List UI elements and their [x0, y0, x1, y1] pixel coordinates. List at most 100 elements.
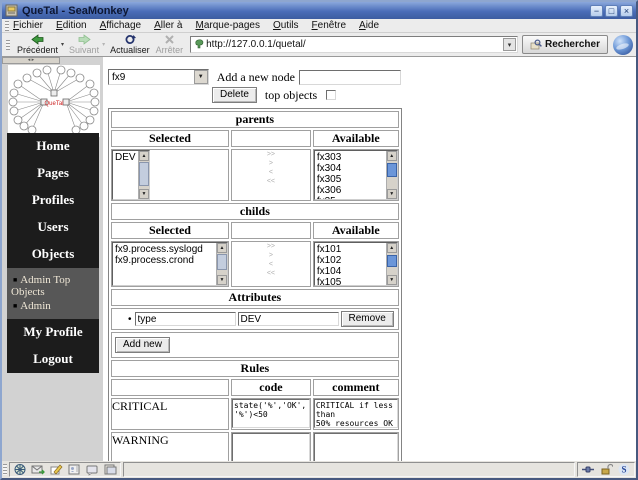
menu-edition[interactable]: Edition: [56, 20, 87, 31]
list-item[interactable]: fx305: [317, 174, 384, 185]
scroll-up-icon[interactable]: ▲: [386, 151, 397, 161]
scrollbar-thumb[interactable]: [139, 162, 149, 186]
navigator-icon[interactable]: [13, 463, 27, 476]
sidebar-item-users[interactable]: Users: [7, 214, 99, 241]
address-book-icon[interactable]: [67, 463, 81, 476]
move-left-button[interactable]: >: [269, 159, 273, 168]
forward-dropdown-icon[interactable]: ▾: [102, 41, 105, 48]
scrollbar-thumb[interactable]: [386, 163, 397, 177]
menu-marque-pages[interactable]: Marque-pages: [195, 20, 260, 31]
move-all-left-button[interactable]: >>: [267, 242, 275, 251]
sidebar-item-admin[interactable]: ■ Admin: [11, 299, 96, 313]
chevron-down-icon[interactable]: ▼: [193, 70, 208, 84]
scroll-down-icon[interactable]: ▼: [386, 189, 397, 199]
parents-available-listbox[interactable]: fx303 fx304 fx305 fx306 fx35 ▲ ▼: [313, 150, 398, 200]
sidebar-item-objects[interactable]: Objects: [7, 241, 99, 268]
menu-fichier[interactable]: Fichier: [13, 20, 43, 31]
scrollbar[interactable]: ▲ ▼: [385, 151, 397, 199]
sidebar-item-pages[interactable]: Pages: [7, 160, 99, 187]
forward-button[interactable]: Suivant: [66, 33, 102, 56]
top-objects-checkbox[interactable]: [326, 90, 337, 100]
rule-code-warning[interactable]: [232, 433, 310, 461]
statusbar-grippy[interactable]: [3, 464, 7, 475]
back-dropdown-icon[interactable]: ▾: [61, 41, 64, 48]
menubar-grippy[interactable]: [5, 20, 9, 31]
sidebar-splitter[interactable]: ◂ ▸: [2, 57, 60, 64]
menu-outils[interactable]: Outils: [273, 20, 299, 31]
url-input[interactable]: [204, 39, 503, 50]
composer-icon[interactable]: [49, 463, 63, 476]
seamonkey-s-icon[interactable]: S: [617, 463, 631, 476]
move-all-left-button[interactable]: >>: [267, 150, 275, 159]
scrollbar[interactable]: ▲ ▼: [216, 243, 227, 285]
sidebar-item-logout[interactable]: Logout: [7, 346, 99, 373]
scroll-down-icon[interactable]: ▼: [139, 189, 149, 199]
move-right-button[interactable]: <: [269, 168, 273, 177]
move-all-right-button[interactable]: <<: [267, 269, 275, 278]
scrollbar-thumb[interactable]: [386, 255, 397, 267]
menu-aide[interactable]: Aide: [359, 20, 379, 31]
scrollbar[interactable]: ▲ ▼: [138, 151, 149, 199]
list-item[interactable]: fx101: [317, 244, 384, 255]
security-lock-icon[interactable]: [599, 463, 613, 476]
stop-button[interactable]: Arrêter: [153, 33, 187, 56]
add-node-input[interactable]: [299, 69, 401, 85]
childs-available-listbox[interactable]: fx101 fx102 fx104 fx105 fx201 ▲ ▼: [313, 242, 398, 286]
reload-button[interactable]: Actualiser: [107, 33, 153, 56]
list-item[interactable]: fx303: [317, 152, 384, 163]
menu-aller-a[interactable]: Aller à: [154, 20, 182, 31]
back-button[interactable]: Précédent: [14, 33, 61, 56]
list-item[interactable]: fx102: [317, 255, 384, 266]
scrollbar-thumb[interactable]: [217, 254, 227, 270]
minimize-button[interactable]: −: [590, 4, 603, 17]
move-right-button[interactable]: <: [269, 260, 273, 269]
move-left-button[interactable]: >: [269, 251, 273, 260]
throbber-icon[interactable]: [613, 34, 633, 55]
delete-button[interactable]: Delete: [212, 87, 257, 103]
parents-selected-listbox[interactable]: DEV ▲ ▼: [112, 150, 150, 200]
offline-plug-icon[interactable]: [581, 463, 595, 476]
sidebar-item-my-profile[interactable]: My Profile: [7, 319, 99, 346]
remove-attribute-button[interactable]: Remove: [340, 311, 394, 327]
maximize-button[interactable]: □: [605, 4, 618, 17]
mail-icon[interactable]: [31, 463, 45, 476]
list-item[interactable]: fx9.process.syslogd: [115, 244, 214, 255]
list-item[interactable]: fx304: [317, 163, 384, 174]
url-bar[interactable]: ▾: [190, 36, 518, 53]
bookmarks-panel-icon[interactable]: [103, 463, 117, 476]
list-item[interactable]: DEV: [115, 152, 136, 163]
list-item[interactable]: fx306: [317, 185, 384, 196]
sidebar-item-admin-top-objects[interactable]: ■ Admin Top Objects: [11, 273, 96, 299]
close-button[interactable]: ×: [620, 4, 633, 17]
page-proxy-icon[interactable]: [194, 39, 204, 50]
rule-comment-critical[interactable]: CRITICAL if less than 50% resources OK: [313, 399, 398, 428]
move-all-right-button[interactable]: <<: [267, 177, 275, 186]
scroll-up-icon[interactable]: ▲: [139, 151, 149, 161]
attribute-value-input[interactable]: [237, 312, 339, 326]
scroll-up-icon[interactable]: ▲: [386, 243, 397, 253]
scrollbar[interactable]: ▲ ▼: [385, 243, 397, 285]
browser-viewport: ◂ ▸ QueTal Home Pages Profiles Users Obj…: [2, 57, 636, 461]
menu-fenetre[interactable]: Fenêtre: [312, 20, 346, 31]
add-new-attribute-button[interactable]: Add new: [115, 337, 170, 353]
titlebar[interactable]: QueTal - SeaMonkey − □ ×: [2, 2, 636, 19]
scroll-down-icon[interactable]: ▼: [217, 275, 227, 285]
list-item[interactable]: fx35: [317, 196, 384, 199]
childs-selected-listbox[interactable]: fx9.process.syslogd fx9.process.crond ▲ …: [112, 242, 228, 286]
toolbar-grippy[interactable]: [6, 39, 10, 50]
rule-comment-warning[interactable]: [313, 433, 398, 461]
list-item[interactable]: fx105: [317, 277, 384, 285]
chat-icon[interactable]: [85, 463, 99, 476]
sidebar-item-profiles[interactable]: Profiles: [7, 187, 99, 214]
attribute-name-input[interactable]: [134, 312, 236, 326]
scroll-up-icon[interactable]: ▲: [217, 243, 227, 253]
url-dropdown-button[interactable]: ▾: [502, 38, 516, 51]
node-select[interactable]: fx9 ▼: [108, 69, 209, 85]
rule-code-critical[interactable]: state('%','OK','%')<50: [232, 399, 310, 428]
list-item[interactable]: fx104: [317, 266, 384, 277]
scroll-down-icon[interactable]: ▼: [386, 275, 397, 285]
sidebar-item-home[interactable]: Home: [7, 133, 99, 160]
menu-affichage[interactable]: Affichage: [100, 20, 142, 31]
list-item[interactable]: fx9.process.crond: [115, 255, 214, 266]
search-button[interactable]: Rechercher: [521, 35, 608, 54]
